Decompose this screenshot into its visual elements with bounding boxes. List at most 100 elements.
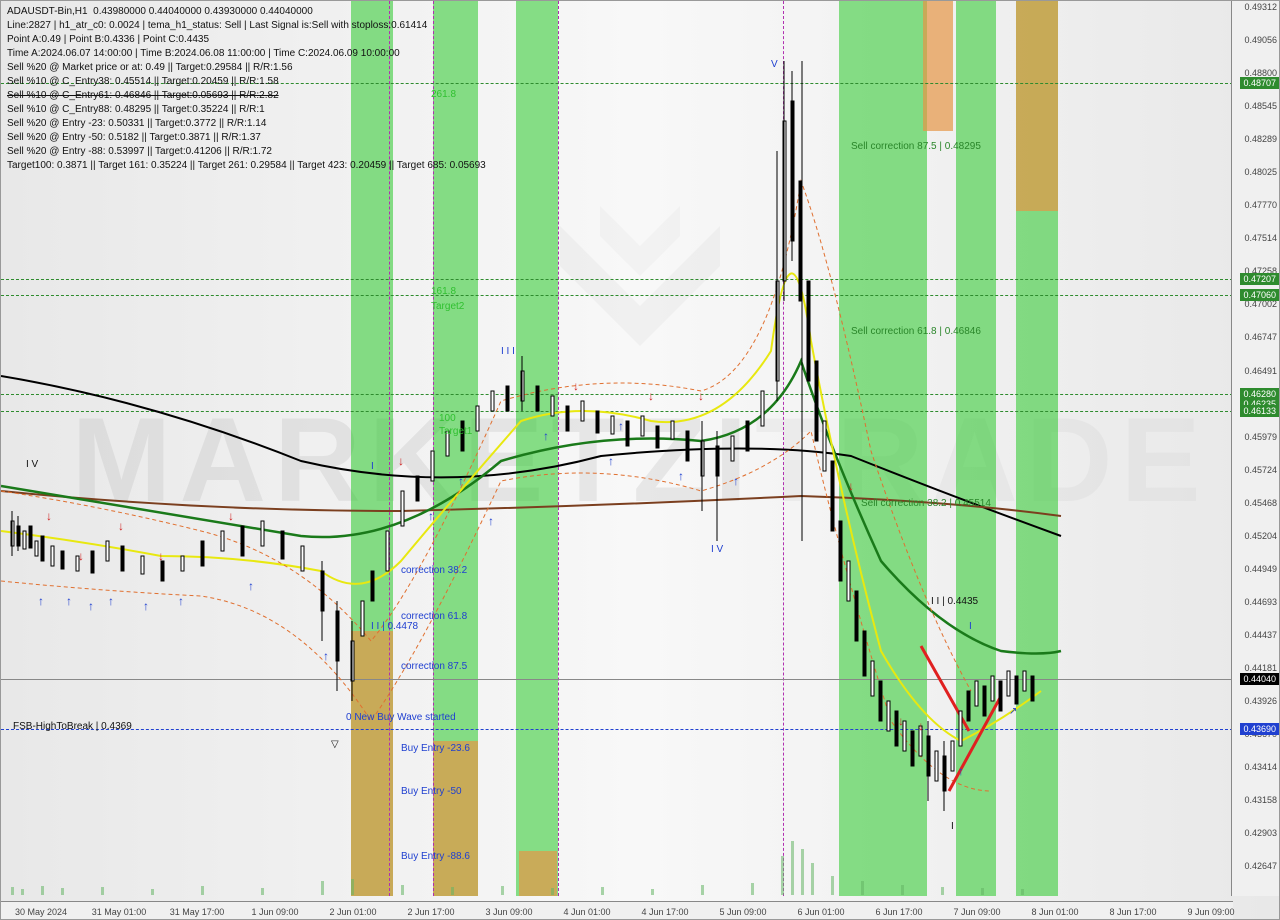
x-tick: 2 Jun 01:00 (329, 907, 376, 917)
y-tick: 0.49312 (1244, 2, 1277, 12)
session-band (956, 1, 996, 896)
info-line: Time A:2024.06.07 14:00:00 | Time B:2024… (7, 47, 486, 61)
session-band (839, 1, 927, 896)
x-axis: 30 May 2024 31 May 01:00 31 May 17:00 1 Jun… (1, 901, 1233, 919)
x-tick: 5 Jun 09:00 (719, 907, 766, 917)
x-tick: 3 Jun 09:00 (485, 907, 532, 917)
up-arrow-icon: ↑ (38, 594, 44, 608)
down-arrow-icon: ↓ (398, 454, 404, 468)
info-line: Sell %10 @ C_Entry88: 0.48295 || Target:… (7, 103, 486, 117)
down-arrow-icon: ↓ (228, 509, 234, 523)
x-tick: 4 Jun 01:00 (563, 907, 610, 917)
y-tick: 0.43926 (1244, 696, 1277, 706)
y-tick: 0.45204 (1244, 531, 1277, 541)
up-arrow-icon: ↑ (248, 579, 254, 593)
chart-info-panel: ADAUSDT-Bin,H1 0.43980000 0.44040000 0.4… (7, 5, 486, 173)
y-tick: 0.44949 (1244, 564, 1277, 574)
up-arrow-icon: ↑ (143, 599, 149, 613)
y-axis: 0.493120.490560.488000.485450.482890.480… (1231, 1, 1279, 896)
y-tick: 0.44181 (1244, 663, 1277, 673)
y-tick: 0.43158 (1244, 795, 1277, 805)
info-line: Sell %20 @ Entry -50: 0.5182 || Target:0… (7, 131, 486, 145)
price-marker: 0.43690 (1240, 723, 1279, 735)
down-arrow-icon: ↓ (898, 714, 904, 728)
price-marker: 0.48707 (1240, 77, 1279, 89)
y-tick: 0.45468 (1244, 498, 1277, 508)
info-line: Line:2827 | h1_atr_c0: 0.0024 | tema_h1_… (7, 19, 486, 33)
price-level (1, 394, 1233, 395)
info-line: Target100: 0.3871 || Target 161: 0.35224… (7, 159, 486, 173)
session-band (351, 631, 393, 896)
up-arrow-icon: ↑ (678, 469, 684, 483)
x-tick: 4 Jun 17:00 (641, 907, 688, 917)
up-arrow-icon: ↑ (488, 514, 494, 528)
up-arrow-icon: ↑ (458, 474, 464, 488)
x-tick: 8 Jun 01:00 (1031, 907, 1078, 917)
x-tick: 8 Jun 17:00 (1109, 907, 1156, 917)
info-line: Sell %20 @ Market price or at: 0.49 || T… (7, 61, 486, 75)
y-tick: 0.45724 (1244, 465, 1277, 475)
session-band (433, 741, 478, 896)
price-marker: 0.47060 (1240, 289, 1279, 301)
up-arrow-icon: ↑ (543, 429, 549, 443)
up-arrow-icon: ↑ (88, 599, 94, 613)
time-marker (558, 1, 559, 896)
down-arrow-icon: ↓ (158, 549, 164, 563)
price-level (1, 295, 1233, 296)
session-band (1016, 1, 1058, 211)
up-arrow-icon: ↑ (618, 419, 624, 433)
down-arrow-icon: ↓ (698, 389, 704, 403)
x-tick: 30 May 2024 (15, 907, 67, 917)
y-tick: 0.48545 (1244, 101, 1277, 111)
up-arrow-icon: ↑ (323, 649, 329, 663)
chart-container[interactable]: MARKETZITRADE (0, 0, 1280, 920)
y-tick: 0.44693 (1244, 597, 1277, 607)
price-marker: 0.47207 (1240, 273, 1279, 285)
y-tick: 0.48025 (1244, 167, 1277, 177)
down-arrow-icon: ↓ (648, 389, 654, 403)
up-arrow-icon: ↑ (733, 474, 739, 488)
down-arrow-icon: ↓ (118, 519, 124, 533)
session-band (519, 851, 557, 896)
up-arrow-icon: ↑ (958, 764, 964, 778)
y-tick: 0.47770 (1244, 200, 1277, 210)
down-arrow-icon: ↓ (573, 379, 579, 393)
session-band (516, 1, 558, 896)
price-marker: 0.44040 (1240, 673, 1279, 685)
price-level (1, 279, 1233, 280)
y-tick: 0.49056 (1244, 35, 1277, 45)
x-tick: 1 Jun 09:00 (251, 907, 298, 917)
x-tick: 9 Jun 09:00 (1187, 907, 1234, 917)
down-arrow-icon: ↓ (848, 479, 854, 493)
session-band (923, 1, 953, 131)
x-tick: 31 May 01:00 (92, 907, 147, 917)
up-arrow-icon: ↑ (66, 594, 72, 608)
up-arrow-icon: ↑ (428, 509, 434, 523)
x-tick: 6 Jun 01:00 (797, 907, 844, 917)
x-tick: 31 May 17:00 (170, 907, 225, 917)
time-marker (783, 1, 784, 896)
symbol-ohlc: ADAUSDT-Bin,H1 0.43980000 0.44040000 0.4… (7, 5, 486, 19)
down-arrow-icon: ↓ (78, 549, 84, 563)
y-tick: 0.48289 (1244, 134, 1277, 144)
up-arrow-icon: ↑ (608, 454, 614, 468)
info-line: Sell %10 @ C_Entry61: 0.46846 || Target:… (7, 89, 486, 103)
y-tick: 0.46747 (1244, 332, 1277, 342)
y-tick: 0.47514 (1244, 233, 1277, 243)
up-arrow-icon: ↑ (108, 594, 114, 608)
price-level (1, 729, 1233, 730)
x-tick: 2 Jun 17:00 (407, 907, 454, 917)
up-arrow-icon: ↑ (178, 594, 184, 608)
y-tick: 0.42903 (1244, 828, 1277, 838)
down-arrow-icon: ↓ (46, 509, 52, 523)
x-tick: 7 Jun 09:00 (953, 907, 1000, 917)
y-tick: 0.42647 (1244, 861, 1277, 871)
price-level (1, 679, 1233, 680)
info-line: Sell %20 @ Entry -88: 0.53997 || Target:… (7, 145, 486, 159)
down-arrow-icon: ↓ (918, 719, 924, 733)
y-tick: 0.45979 (1244, 432, 1277, 442)
info-line: Sell %20 @ Entry -23: 0.50331 || Target:… (7, 117, 486, 131)
price-marker: 0.46133 (1240, 405, 1279, 417)
y-tick: 0.43414 (1244, 762, 1277, 772)
info-line: Point A:0.49 | Point B:0.4336 | Point C:… (7, 33, 486, 47)
